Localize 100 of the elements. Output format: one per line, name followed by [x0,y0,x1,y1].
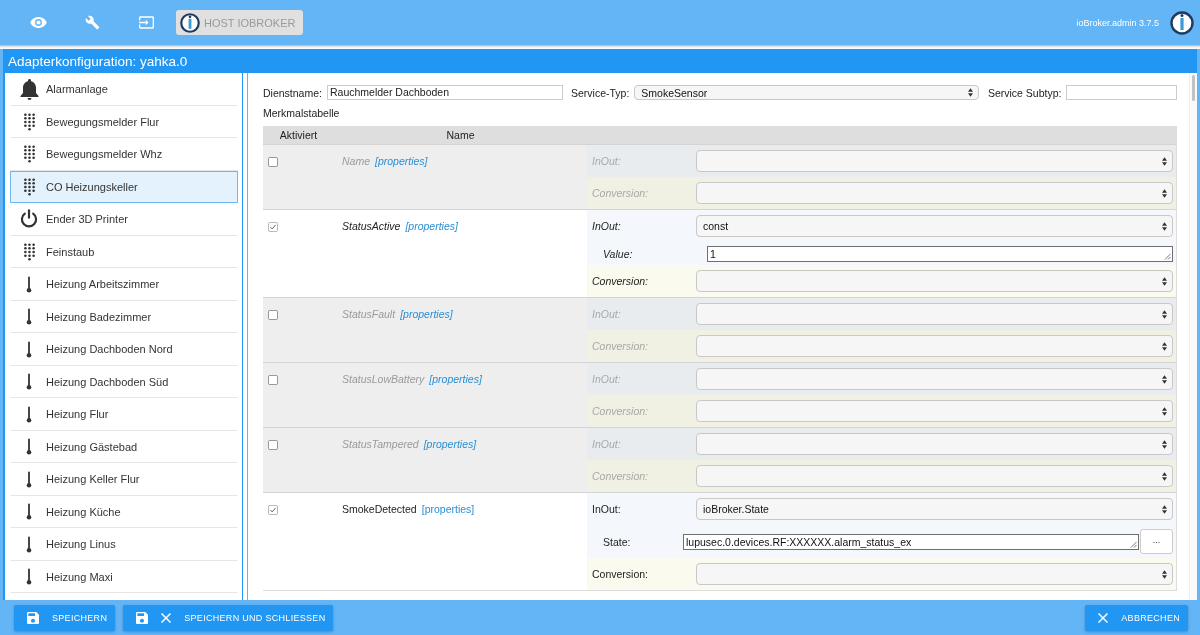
up-down-arrows-icon [967,88,973,97]
column-header: Aktiviert [278,129,319,141]
field-label: InOut: [591,220,622,232]
select-field[interactable] [696,150,1173,172]
thermometer-icon [26,437,32,457]
up-down-arrows-icon [1162,156,1167,166]
dot-grid-icon [23,242,35,261]
device-list-item[interactable]: Heizung Keller Flur [10,463,238,496]
device-list-item[interactable]: Bewegungsmelder Whz [10,138,238,171]
thermometer-icon [26,307,32,327]
field-label: InOut: [591,438,622,450]
select-field[interactable] [696,303,1173,325]
field-label: Conversion: [591,187,650,199]
field-label: Service Subtyp: [987,86,1062,99]
field-label: Conversion: [591,470,650,482]
checkbox[interactable] [268,505,278,515]
up-down-arrows-icon [1162,341,1167,351]
device-list-item[interactable]: Heizung Flur [10,398,238,431]
up-down-arrows-icon [1162,309,1167,319]
select-field[interactable]: const [696,215,1173,237]
up-down-arrows-icon [1162,406,1167,416]
checkbox[interactable] [268,157,278,167]
select-field[interactable]: ioBroker.State [696,498,1173,520]
text-field[interactable]: Rauchmelder Dachboden [326,85,563,100]
checkbox[interactable] [268,375,278,385]
properties-link[interactable]: [properties] [421,503,475,515]
field-label: Service-Typ: [570,86,630,99]
thermometer-icon [26,274,32,294]
browse-button[interactable]: ... [1140,529,1173,554]
field-label: InOut: [591,373,622,385]
up-down-arrows-icon [1162,188,1167,198]
up-down-arrows-icon [1162,439,1167,449]
field-label: Conversion: [591,340,650,352]
thermometer-icon [26,567,32,587]
device-list-item[interactable]: Bewegungsmelder Flur [10,105,238,138]
field-label: InOut: [591,503,622,515]
field-label: Conversion: [591,568,650,580]
thermometer-icon [26,469,32,489]
up-down-arrows-icon [1162,471,1167,481]
scrollbar-thumb[interactable] [1192,75,1195,101]
eye-icon[interactable] [29,17,47,28]
resize-grip-icon [1164,252,1171,260]
text-area[interactable]: lupusec.0.devices.RF:XXXXXX.alarm_status_ex [683,533,1139,550]
select-field[interactable] [696,433,1173,455]
select-field[interactable] [696,270,1173,292]
characteristic-name: StatusTampered [342,438,419,450]
text-area[interactable]: 1 [707,245,1173,262]
dot-grid-icon [23,177,35,196]
dot-grid-icon [23,145,35,164]
wrench-icon[interactable] [84,15,100,30]
select-field[interactable] [696,368,1173,390]
device-list-item[interactable]: Heizung Maxi [10,560,238,593]
up-down-arrows-icon [1162,276,1167,286]
column-header: Name [445,129,476,141]
checkbox[interactable] [268,310,278,320]
select-field[interactable] [696,335,1173,357]
circle-logo-icon [180,12,200,33]
thermometer-icon [26,372,32,392]
select-field[interactable] [696,182,1173,204]
up-down-arrows-icon [1162,504,1167,514]
properties-link[interactable]: [properties] [405,220,458,232]
select-field[interactable] [696,465,1173,487]
up-down-arrows-icon [1162,569,1167,579]
field-label: Conversion: [591,405,650,417]
characteristic-name: StatusFault [342,308,396,320]
device-list-item[interactable]: Ender 3D Printer [10,203,238,236]
device-list-item[interactable]: Alarmanlage [10,73,238,106]
text-field[interactable] [1066,85,1177,100]
dialog-title: Adapterkonfiguration: yahka.0 [8,53,188,69]
device-list-item[interactable]: CO Heizungskeller [10,170,238,203]
device-list-item[interactable]: Heizung Badezimmer [10,300,238,333]
table-title: Merkmalstabelle [263,107,341,121]
checkbox[interactable] [268,222,278,232]
characteristic-name: Name [342,155,370,167]
field-label: Dienstname: [263,86,322,99]
device-list-item[interactable]: Heizung Dachboden Nord [10,333,238,366]
device-list-item[interactable]: Heizung Arbeitszimmer [10,268,238,301]
thermometer-icon [26,534,32,554]
device-list-item[interactable]: Feinstaub [10,235,238,268]
enter-icon[interactable] [138,16,154,29]
close-icon [1098,612,1109,623]
device-list-item[interactable]: Heizung Dachboden Süd [10,365,238,398]
select-field[interactable]: SmokeSensor [634,85,979,100]
thermometer-icon [26,339,32,359]
field-label: Value: [602,247,634,260]
close-icon [161,612,172,623]
field-label: InOut: [591,308,622,320]
thermometer-icon [26,502,32,522]
characteristic-name: SmokeDetected [342,503,417,515]
select-field[interactable] [696,563,1173,585]
resize-grip-icon [1130,540,1137,548]
select-field[interactable] [696,400,1173,422]
up-down-arrows-icon [1162,374,1167,384]
device-list-item[interactable]: Heizung Gästebad [10,430,238,463]
bell-icon [19,78,39,100]
circle-logo-icon [1170,10,1194,35]
device-list-item[interactable]: Heizung Küche [10,495,238,528]
checkbox[interactable] [268,440,278,450]
device-list-item[interactable]: Heizung Linus [10,528,238,561]
characteristic-name: StatusLowBattery [342,373,425,385]
